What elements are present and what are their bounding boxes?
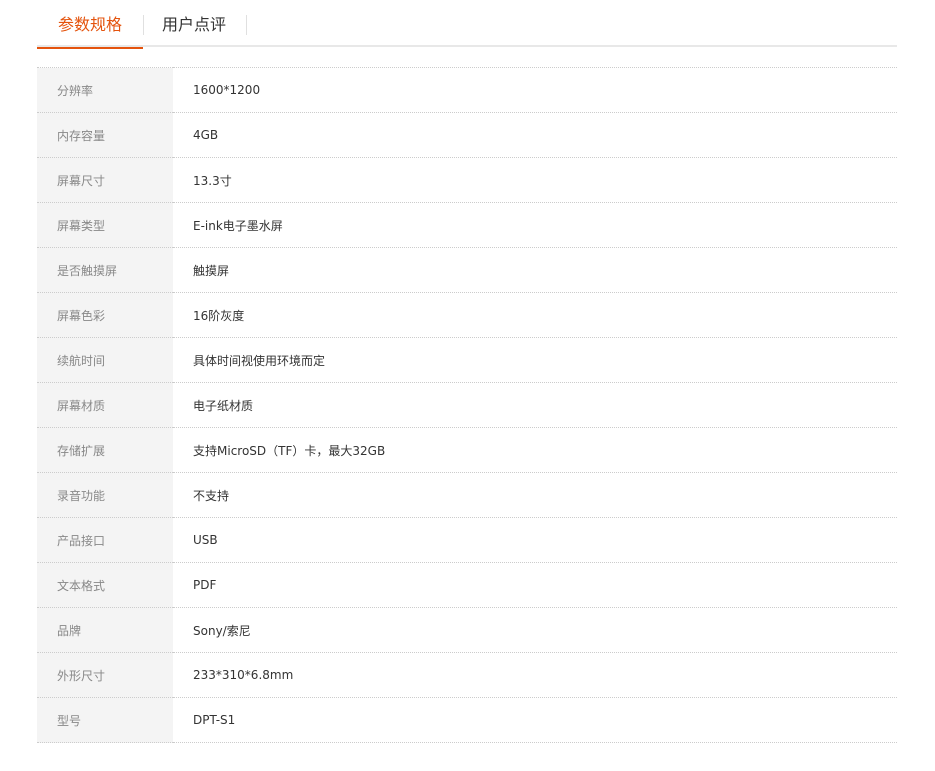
spec-label: 分辨率: [37, 67, 173, 113]
table-row: 型号 DPT-S1: [37, 697, 897, 743]
spec-label: 屏幕尺寸: [37, 157, 173, 203]
spec-value: 13.3寸: [173, 157, 897, 203]
spec-value: 4GB: [173, 112, 897, 158]
spec-label: 屏幕色彩: [37, 292, 173, 338]
table-row: 内存容量 4GB: [37, 112, 897, 158]
spec-label: 外形尺寸: [37, 652, 173, 698]
spec-label: 产品接口: [37, 517, 173, 563]
spec-value: 电子纸材质: [173, 382, 897, 428]
spec-value: PDF: [173, 562, 897, 608]
spec-label: 续航时间: [37, 337, 173, 383]
table-row: 录音功能 不支持: [37, 472, 897, 518]
spec-table: 分辨率 1600*1200 内存容量 4GB 屏幕尺寸 13.3寸 屏幕类型 E…: [37, 67, 897, 743]
tab-specifications[interactable]: 参数规格: [37, 0, 143, 49]
spec-value: Sony/索尼: [173, 607, 897, 653]
tab-bar: 参数规格 用户点评: [37, 0, 897, 49]
spec-label: 文本格式: [37, 562, 173, 608]
spec-value: DPT-S1: [173, 697, 897, 743]
spec-value: 不支持: [173, 472, 897, 518]
tab-divider: [246, 15, 247, 35]
spec-value: 具体时间视使用环境而定: [173, 337, 897, 383]
table-row: 是否触摸屏 触摸屏: [37, 247, 897, 293]
table-row: 产品接口 USB: [37, 517, 897, 563]
spec-label: 屏幕材质: [37, 382, 173, 428]
spec-label: 存储扩展: [37, 427, 173, 473]
spec-value: 支持MicroSD（TF）卡，最大32GB: [173, 427, 897, 473]
table-row: 屏幕材质 电子纸材质: [37, 382, 897, 428]
tab-user-reviews[interactable]: 用户点评: [144, 0, 244, 47]
spec-value: 233*310*6.8mm: [173, 652, 897, 698]
spec-value: 1600*1200: [173, 67, 897, 113]
table-row: 屏幕类型 E-ink电子墨水屏: [37, 202, 897, 248]
spec-value: E-ink电子墨水屏: [173, 202, 897, 248]
table-row: 品牌 Sony/索尼: [37, 607, 897, 653]
table-row: 屏幕尺寸 13.3寸: [37, 157, 897, 203]
table-row: 分辨率 1600*1200: [37, 67, 897, 113]
spec-label: 是否触摸屏: [37, 247, 173, 293]
spec-label: 屏幕类型: [37, 202, 173, 248]
table-row: 屏幕色彩 16阶灰度: [37, 292, 897, 338]
spec-value: 16阶灰度: [173, 292, 897, 338]
table-row: 存储扩展 支持MicroSD（TF）卡，最大32GB: [37, 427, 897, 473]
table-row: 外形尺寸 233*310*6.8mm: [37, 652, 897, 698]
table-row: 续航时间 具体时间视使用环境而定: [37, 337, 897, 383]
spec-label: 录音功能: [37, 472, 173, 518]
spec-label: 型号: [37, 697, 173, 743]
spec-value: 触摸屏: [173, 247, 897, 293]
spec-value: USB: [173, 517, 897, 563]
table-row: 文本格式 PDF: [37, 562, 897, 608]
spec-label: 品牌: [37, 607, 173, 653]
spec-label: 内存容量: [37, 112, 173, 158]
